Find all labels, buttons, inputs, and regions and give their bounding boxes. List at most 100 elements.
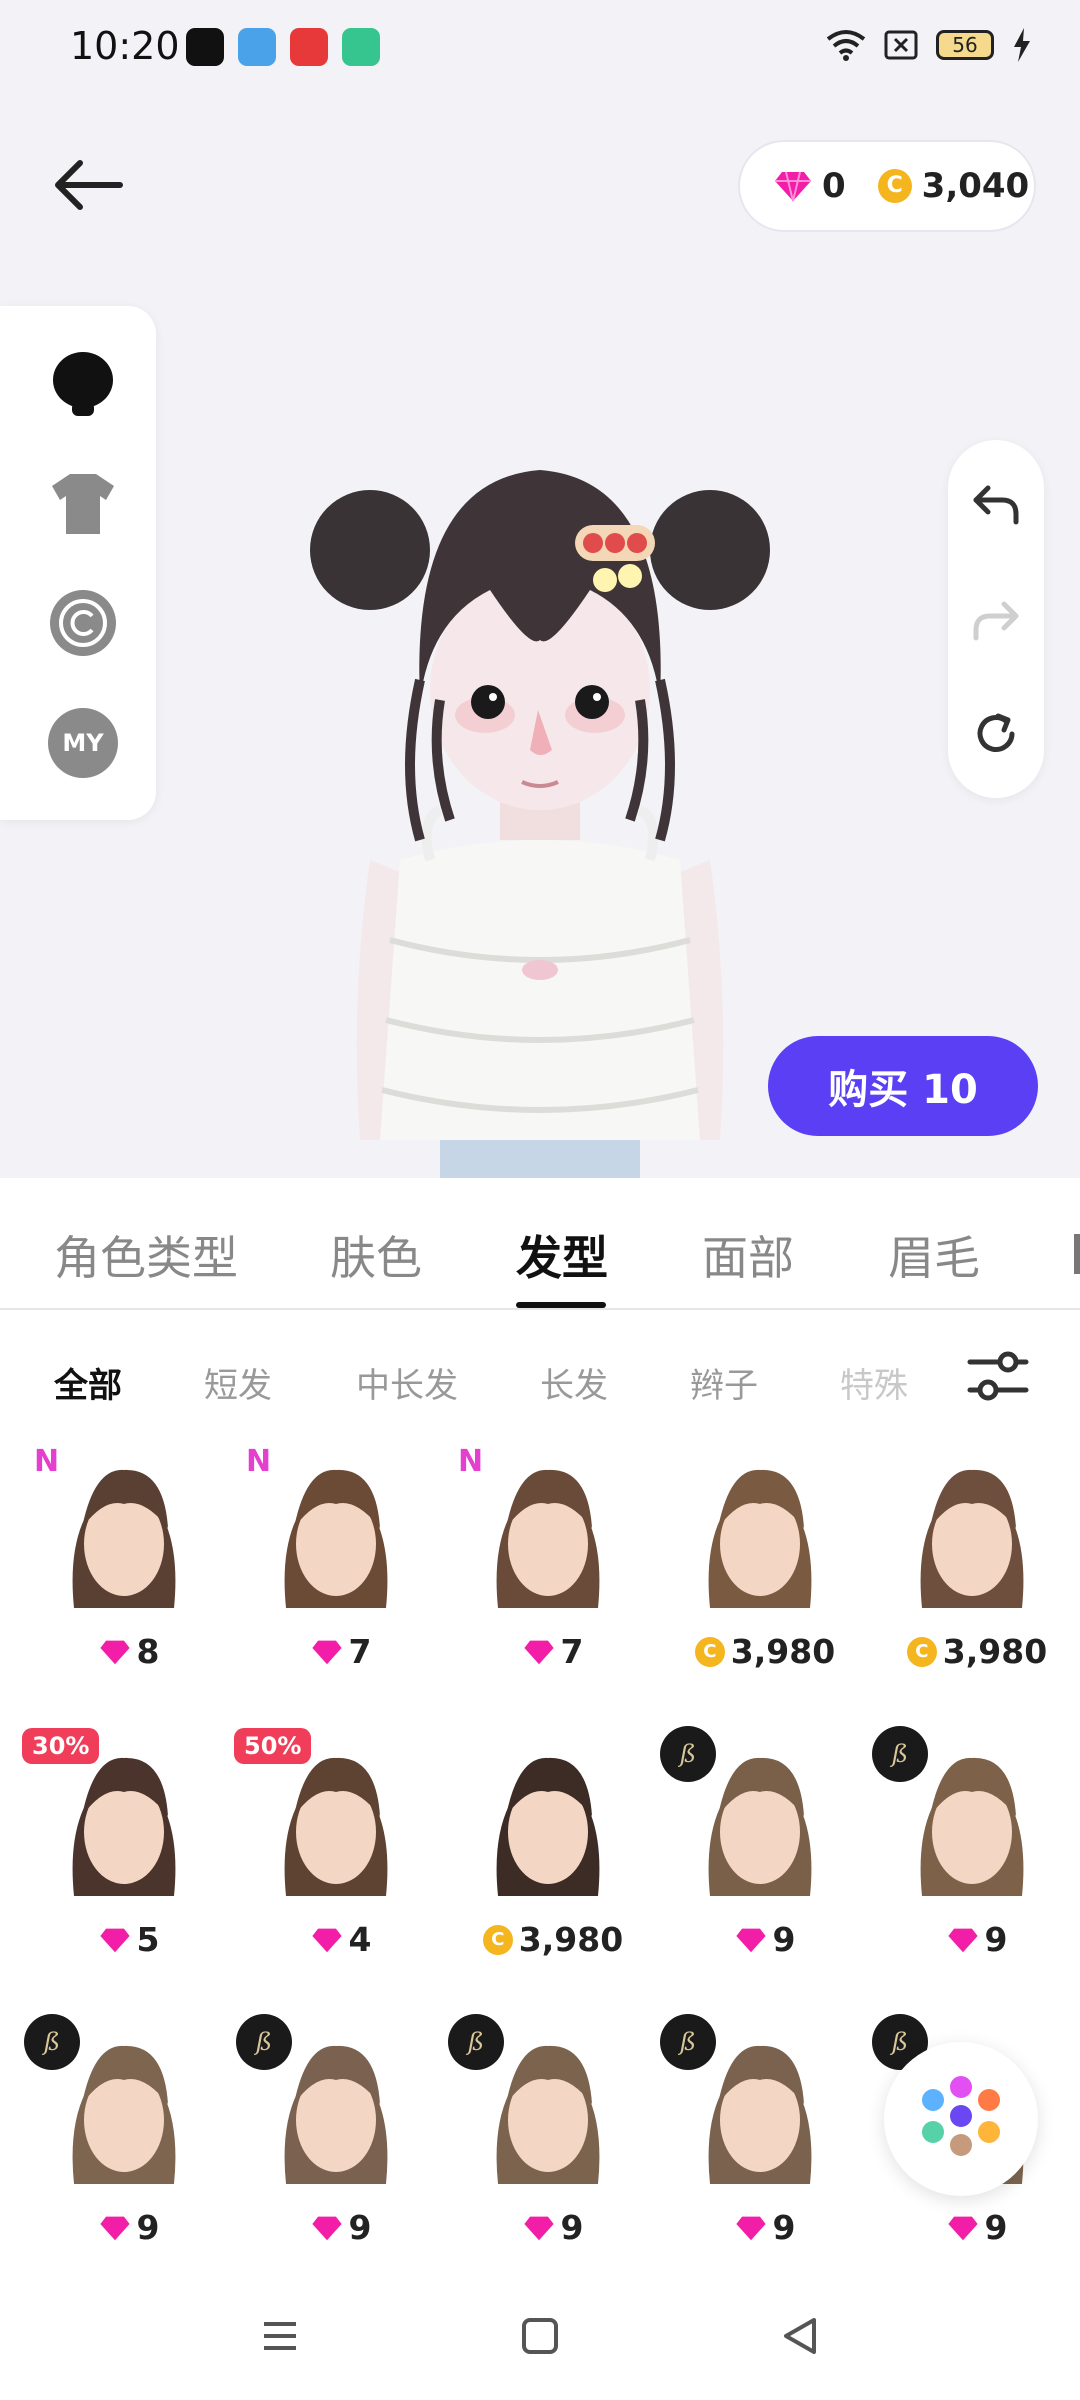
subtab-special[interactable]: 特殊 [840,1358,908,1407]
hairstyle-item[interactable]: 30% 5 [22,1728,204,1996]
item-price: 4 [236,1920,446,1959]
price-value: 3,980 [730,1632,836,1671]
item-price: 7 [448,1632,658,1671]
price-value: 9 [984,1920,1008,1959]
price-value: 9 [560,2208,584,2247]
brand-logo-icon: ß [236,2014,292,2070]
brand-logo-icon: ß [660,1726,716,1782]
diamond-icon [311,1640,342,1664]
hairstyle-item[interactable]: C 3,980 [872,1448,1052,1708]
subtab-long[interactable]: 长发 [540,1358,608,1407]
hairstyle-item[interactable]: 50% 4 [234,1728,416,1996]
diamond-icon [947,1928,978,1952]
item-price: 9 [448,2208,658,2247]
category-side-panel: MY [0,306,156,820]
category-tabs: 角色类型 肤色 发型 面部 眉毛 [0,1178,1080,1310]
diamond-icon [523,1640,554,1664]
filter-button[interactable] [966,1346,1030,1406]
buy-button[interactable]: 购买 10 [768,1036,1038,1136]
brand-logo-icon: ß [24,2014,80,2070]
hairstyle-item[interactable]: ß9 [448,2014,628,2284]
copyright-category-button[interactable] [48,588,118,658]
new-badge: N [458,1444,484,1479]
hairstyle-thumbnail [920,1469,1024,1608]
price-value: 7 [560,1632,584,1671]
item-price: 9 [236,2208,446,2247]
tab-eyebrows[interactable]: 眉毛 [888,1222,980,1288]
clothing-category-button[interactable] [48,468,118,538]
item-price: 9 [660,1920,870,1959]
status-time: 10:20 [70,24,180,68]
item-price: 5 [24,1920,234,1959]
tab-face[interactable]: 面部 [702,1222,794,1288]
charging-icon [1014,28,1030,62]
hairstyle-thumbnail [72,1469,176,1608]
tab-character-type[interactable]: 角色类型 [54,1222,238,1288]
avatar-preview[interactable] [290,440,790,1180]
recent-apps-button[interactable] [250,2306,310,2366]
hairstyle-item[interactable]: ß9 [660,1726,840,1996]
price-value: 9 [348,2208,372,2247]
new-badge: N [34,1444,60,1479]
price-value: 4 [348,1920,372,1959]
brand-logo-icon: ß [872,1726,928,1782]
hairstyle-item[interactable]: N8 [24,1444,204,1708]
tab-hairstyle[interactable]: 发型 [516,1222,608,1288]
color-palette-button[interactable] [884,2042,1038,2196]
my-label: MY [62,729,104,757]
undo-icon [973,485,1019,525]
hair-subcategory-tabs: 全部 短发 中长发 长发 辫子 特殊 [0,1310,1080,1430]
my-items-button[interactable]: MY [48,708,118,778]
item-price: C 3,980 [872,1632,1080,1671]
subtab-short[interactable]: 短发 [204,1358,272,1407]
item-price: 9 [872,1920,1080,1959]
discount-badge: 30% [22,1728,100,1764]
back-nav-button[interactable] [770,2306,830,2366]
reset-button[interactable] [966,704,1026,764]
item-price: 7 [236,1632,446,1671]
hairstyle-item[interactable]: ß9 [236,2014,416,2284]
hairstyle-item[interactable]: ß9 [24,2014,204,2284]
tshirt-icon [52,474,114,534]
subtab-braids[interactable]: 辫子 [690,1358,758,1407]
hairstyle-item[interactable]: ß9 [872,1726,1052,1996]
back-button[interactable] [50,150,130,220]
body-category-button[interactable] [48,348,118,418]
subtab-medium[interactable]: 中长发 [356,1358,458,1407]
item-price: C 3,980 [448,1920,658,1959]
hairstyle-item[interactable]: ß9 [660,2014,840,2284]
diamond-icon [735,1928,766,1952]
item-price: 8 [24,1632,234,1671]
hairstyle-item[interactable]: N7 [236,1444,416,1708]
hairstyle-item[interactable]: C 3,980 [660,1448,840,1708]
status-bar: 10:20 56 [0,0,1080,96]
home-button[interactable] [510,2306,570,2366]
discount-badge: 50% [234,1728,312,1764]
system-navigation-bar [0,2266,1080,2400]
map-app-icon [342,28,380,66]
redo-icon [973,601,1019,641]
brand-logo-icon: ß [448,2014,504,2070]
diamond-icon [99,2216,130,2240]
avatar-figure [310,470,770,1180]
diamond-icon [523,2216,554,2240]
tab-skin-color[interactable]: 肤色 [330,1222,422,1288]
hairstyle-thumbnail [284,1469,388,1608]
history-panel [948,440,1044,798]
currency-balance[interactable]: 0 C 3,040 [738,140,1036,232]
battery-indicator: 56 [936,30,994,60]
hairstyle-item[interactable]: N7 [448,1444,628,1708]
subtab-all[interactable]: 全部 [54,1358,122,1407]
undo-button[interactable] [966,474,1026,534]
coin-icon: C [906,1636,937,1667]
triangle-back-icon [784,2318,816,2354]
copyright-icon [50,590,116,656]
item-price: 9 [872,2208,1080,2247]
diamond-icon [775,171,811,202]
refresh-icon [977,713,1015,752]
redo-button[interactable] [966,590,1026,650]
head-icon [53,352,113,416]
sliders-icon [967,1351,1029,1401]
hairstyle-item[interactable]: C 3,980 [448,1736,628,1996]
price-value: 3,980 [518,1920,624,1959]
